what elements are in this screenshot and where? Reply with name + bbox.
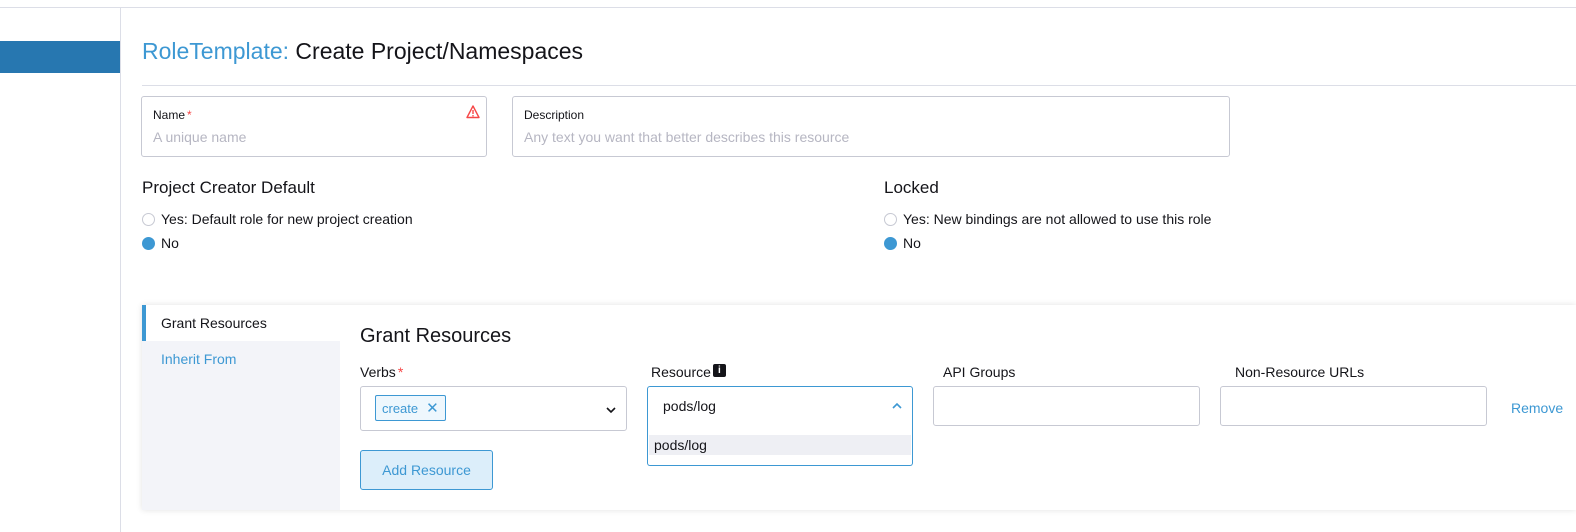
- resource-dropdown: pods/log: [647, 426, 913, 466]
- tag-remove-icon[interactable]: ✕: [426, 399, 439, 417]
- page-title: RoleTemplate: Create Project/Namespaces: [142, 38, 583, 65]
- radio-unselected-icon[interactable]: [884, 212, 897, 226]
- name-placeholder: A unique name: [153, 129, 247, 145]
- info-icon[interactable]: i: [712, 364, 726, 377]
- project-creator-default-yes[interactable]: Yes: Default role for new project creati…: [142, 211, 413, 227]
- add-resource-button[interactable]: Add Resource: [360, 450, 493, 490]
- locked-no[interactable]: No: [884, 235, 921, 251]
- name-field[interactable]: Name * A unique name: [141, 96, 487, 157]
- left-navigation: [0, 8, 121, 532]
- verbs-select[interactable]: create ✕: [360, 386, 627, 431]
- description-field[interactable]: Description Any text you want that bette…: [512, 96, 1230, 157]
- title-divider: [142, 85, 1576, 86]
- tab-inherit-from[interactable]: Inherit From: [142, 341, 340, 377]
- description-placeholder: Any text you want that better describes …: [524, 129, 850, 145]
- resource-label: Resource i: [651, 364, 726, 380]
- non-resource-urls-label: Non-Resource URLs: [1235, 364, 1365, 380]
- remove-link[interactable]: Remove: [1511, 400, 1563, 416]
- api-groups-label: API Groups: [943, 364, 1016, 380]
- grant-resources-heading: Grant Resources: [360, 325, 512, 347]
- locked-yes[interactable]: Yes: New bindings are not allowed to use…: [884, 211, 1211, 227]
- radio-selected-icon[interactable]: [142, 236, 155, 250]
- chevron-up-icon[interactable]: [890, 399, 904, 413]
- verb-tag: create ✕: [375, 395, 446, 421]
- grant-tabs: Grant Resources Inherit From: [142, 305, 340, 510]
- page-title-name: Create Project/Namespaces: [295, 38, 584, 64]
- resource-value[interactable]: pods/log: [663, 398, 716, 414]
- tab-grant-resources[interactable]: Grant Resources: [142, 305, 340, 341]
- nav-active-item[interactable]: [0, 41, 120, 73]
- resource-option[interactable]: pods/log: [649, 435, 911, 455]
- warning-triangle-icon: [466, 105, 480, 119]
- name-label: Name *: [153, 108, 192, 122]
- verbs-label: Verbs *: [360, 364, 404, 380]
- chevron-down-icon[interactable]: [604, 403, 618, 417]
- radio-selected-icon[interactable]: [884, 236, 897, 250]
- locked-heading: Locked: [884, 178, 939, 197]
- non-resource-urls-input[interactable]: [1220, 386, 1487, 426]
- page-title-kind: RoleTemplate:: [142, 38, 290, 64]
- api-groups-input[interactable]: [933, 386, 1200, 426]
- description-label: Description: [524, 108, 585, 122]
- radio-unselected-icon[interactable]: [142, 212, 155, 226]
- project-creator-default-no[interactable]: No: [142, 235, 179, 251]
- top-bar: [0, 0, 1576, 8]
- resource-input[interactable]: pods/log: [647, 386, 913, 427]
- project-creator-default-heading: Project Creator Default: [142, 178, 315, 197]
